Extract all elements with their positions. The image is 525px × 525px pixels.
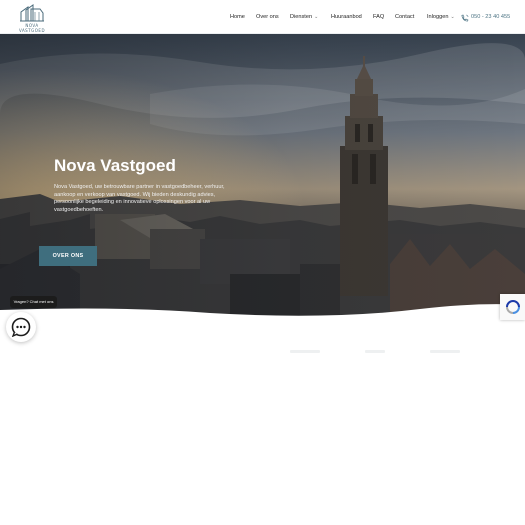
hero-title: Nova Vastgoed [54,156,176,175]
hero-section: Nova Vastgoed Nova Vastgoed, uw betrouwb… [0,34,525,316]
phone-icon [461,14,469,22]
hero-description: Nova Vastgoed, uw betrouwbare partner in… [54,184,225,214]
chevron-down-icon: ⌄ [314,14,319,20]
site-header: NOVA VASTGOED Home Over ons Diensten ⌄ Hu… [0,0,525,34]
chevron-down-icon: ⌄ [450,14,455,20]
nav-home[interactable]: Home [230,14,245,21]
content-placeholder [365,350,385,353]
chat-bubble-icon [11,317,31,337]
nav-inloggen-label: Inloggen [427,14,449,20]
content-placeholder [290,350,320,353]
nav-diensten[interactable]: Diensten ⌄ [290,14,318,21]
recaptcha-icon [506,300,520,314]
over-ons-button[interactable]: OVER ONS [39,246,97,266]
nav-faq[interactable]: FAQ [373,14,384,21]
recaptcha-badge[interactable] [500,294,525,320]
nav-over-ons[interactable]: Over ons [256,14,279,21]
nav-inloggen[interactable]: Inloggen ⌄ [427,14,455,21]
nav-contact[interactable]: Contact [395,14,414,21]
brand-name: NOVA VASTGOED [18,23,46,33]
brand-logo[interactable]: NOVA VASTGOED [12,4,52,33]
nav-huuraanbod[interactable]: Huuraanbod [331,14,362,21]
chat-tooltip: Vragen? Chat met ons [10,296,57,308]
content-placeholder [430,350,460,353]
phone-number: 050 - 23 40 455 [471,14,511,20]
nav-diensten-label: Diensten [290,14,313,20]
phone-link[interactable]: 050 - 23 40 455 [461,14,511,22]
building-logo-icon [20,4,44,22]
wave-divider [0,304,525,326]
chat-button[interactable] [6,312,36,342]
